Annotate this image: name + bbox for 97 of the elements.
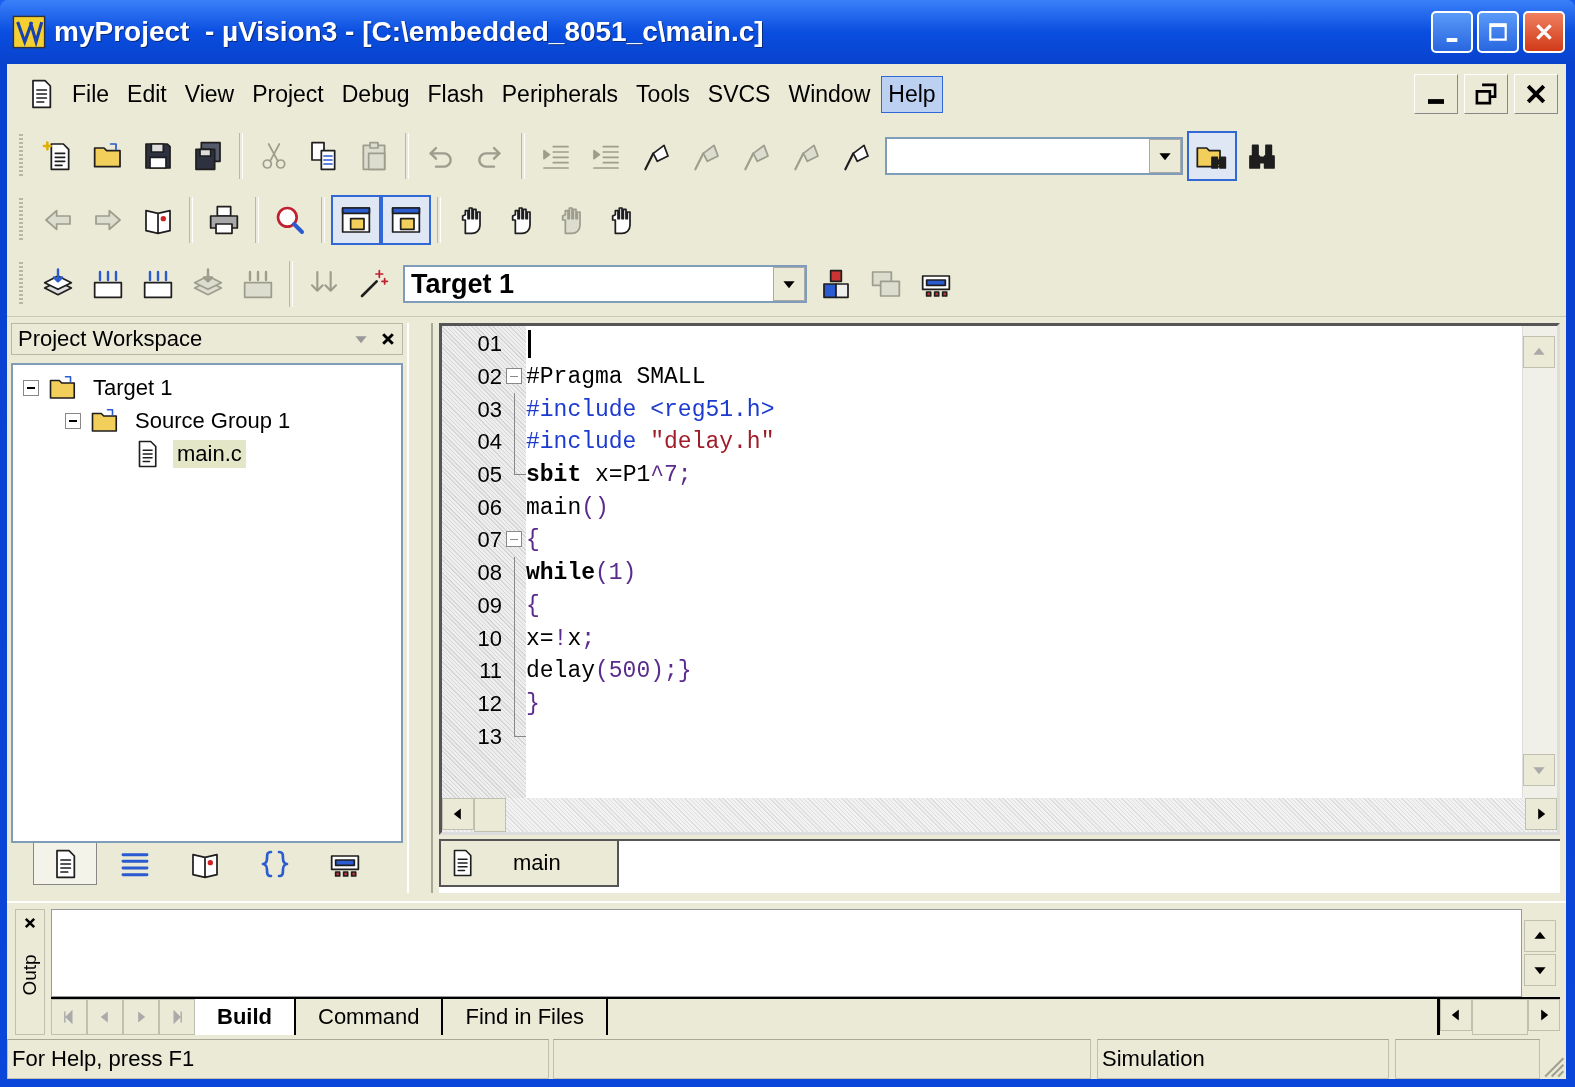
combo-value: Target 1: [410, 268, 515, 300]
menu-item[interactable]: Flash: [420, 75, 491, 113]
tray-icon: [142, 268, 174, 300]
tray-icon: [242, 268, 274, 300]
fold-toggle[interactable]: [506, 367, 522, 384]
menu-item[interactable]: Edit: [120, 75, 174, 113]
scroll-down-button[interactable]: [1524, 954, 1556, 986]
menu-item[interactable]: SVCS: [700, 75, 778, 113]
dropdown-button[interactable]: [1149, 139, 1181, 173]
maximize-icon: [1487, 21, 1509, 43]
close-button[interactable]: [1514, 74, 1558, 114]
line-number: 06: [476, 494, 503, 521]
status-text: Simulation: [1097, 1039, 1389, 1079]
scroll-up-button[interactable]: [1524, 920, 1556, 952]
minimize-button[interactable]: [1414, 74, 1458, 114]
restore-icon: [1473, 81, 1499, 107]
code-line: while(1): [526, 560, 637, 587]
scroll-left-button[interactable]: [1440, 999, 1472, 1031]
line-number: 11: [478, 658, 503, 685]
code-line: #Pragma SMALL: [526, 364, 706, 391]
code-line: {: [526, 592, 540, 619]
magnifier-icon: [274, 204, 306, 236]
scroll-thumb[interactable]: [474, 798, 506, 832]
code-line: {: [526, 527, 540, 554]
horizontal-scrollbar[interactable]: [1437, 999, 1560, 1035]
printer-icon: [208, 204, 240, 236]
restore-button[interactable]: [1464, 74, 1508, 114]
close-icon[interactable]: [23, 916, 37, 930]
menu-item[interactable]: Window: [781, 75, 878, 113]
scroll-left-button[interactable]: [442, 798, 474, 830]
menu-item[interactable]: File: [65, 75, 117, 113]
scroll-right-button[interactable]: [1528, 999, 1560, 1031]
collapse-toggle[interactable]: [65, 412, 81, 429]
code-line: delay(500);}: [526, 658, 692, 685]
menu-item[interactable]: Peripherals: [494, 75, 626, 113]
code-line: x=!x;: [526, 625, 596, 652]
line-number: 05: [476, 462, 503, 489]
app-logo-icon: [12, 15, 46, 49]
floppy-disks-icon: [192, 140, 224, 172]
menu-item[interactable]: View: [177, 75, 242, 113]
window-icon: [340, 204, 372, 236]
scroll-thumb[interactable]: [1472, 999, 1528, 1035]
panel-title: Outp: [19, 954, 41, 996]
maximize-button[interactable]: [1477, 11, 1519, 53]
minimize-icon: [1428, 99, 1444, 104]
line-number: 09: [476, 592, 503, 619]
panel-tab[interactable]: [33, 843, 97, 885]
tree-item[interactable]: main.c: [173, 439, 246, 468]
window-title: myProject - µVision3 - [C:\embedded_8051_c\main.c]: [54, 16, 764, 48]
line-number: 04: [476, 429, 503, 456]
code-line: #include "delay.h": [526, 429, 775, 456]
blocks-icon: [820, 268, 852, 300]
menu-item[interactable]: Help: [881, 75, 943, 113]
menu-item[interactable]: Tools: [629, 75, 697, 113]
toolbar-grip[interactable]: [19, 262, 23, 306]
toolbar-grip[interactable]: [19, 198, 23, 242]
close-icon[interactable]: [380, 331, 396, 347]
toolbar-grip[interactable]: [19, 134, 23, 178]
toolbar-button[interactable]: [1187, 131, 1237, 181]
line-number: 03: [476, 396, 503, 423]
menu-item[interactable]: Project: [245, 75, 331, 113]
line-number: 10: [476, 625, 503, 652]
status-text: For Help, press F1: [7, 1039, 549, 1079]
tray-icon: [92, 268, 124, 300]
braces-icon: [259, 848, 291, 880]
panel-title: Project Workspace: [18, 326, 203, 352]
output-tab[interactable]: Build: [195, 999, 296, 1035]
output-tab[interactable]: Command: [296, 999, 444, 1035]
code-line: }: [526, 690, 540, 717]
skip-left-icon: [62, 1010, 76, 1024]
line-number: 08: [476, 560, 503, 587]
output-tab[interactable]: Find in Files: [443, 999, 609, 1035]
line-number: 07: [476, 527, 503, 554]
dropdown-button[interactable]: [773, 267, 805, 301]
menu-item[interactable]: Debug: [334, 75, 417, 113]
document-tab[interactable]: main: [439, 841, 619, 887]
line-number: 13: [476, 723, 503, 750]
windows-icon: [870, 268, 902, 300]
toolbar-button[interactable]: [381, 195, 431, 245]
combo-box[interactable]: Target 1: [403, 265, 807, 303]
collapse-toggle[interactable]: [23, 379, 39, 396]
toolbar-button[interactable]: [331, 195, 381, 245]
close-icon: [1533, 21, 1555, 43]
code-line: main(): [526, 494, 609, 521]
window-icon: [390, 204, 422, 236]
line-number: 02: [476, 364, 503, 391]
scroll-right-button[interactable]: [1525, 798, 1557, 830]
horizontal-scrollbar[interactable]: [442, 798, 1557, 832]
tree-item[interactable]: Source Group 1: [131, 406, 295, 435]
code-line: #include <reg51.h>: [526, 396, 775, 423]
tree-item[interactable]: Target 1: [89, 373, 177, 402]
minimize-icon: [1446, 38, 1458, 42]
line-number: 01: [476, 331, 503, 358]
fold-toggle[interactable]: [506, 531, 522, 548]
wand-icon: [358, 268, 390, 300]
line-number: 12: [476, 690, 503, 717]
code-line: sbit x=P1^7;: [526, 462, 692, 489]
